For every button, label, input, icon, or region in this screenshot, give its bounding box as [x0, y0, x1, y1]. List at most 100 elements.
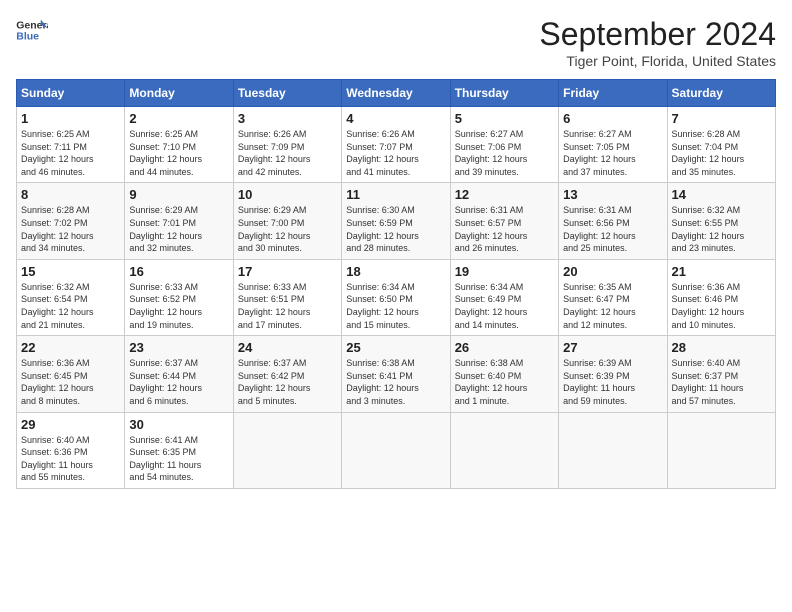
day-info: Sunrise: 6:38 AM Sunset: 6:40 PM Dayligh…: [455, 357, 554, 407]
day-info: Sunrise: 6:34 AM Sunset: 6:50 PM Dayligh…: [346, 281, 445, 331]
day-number: 2: [129, 111, 228, 126]
day-number: 25: [346, 340, 445, 355]
day-number: 10: [238, 187, 337, 202]
day-info: Sunrise: 6:26 AM Sunset: 7:07 PM Dayligh…: [346, 128, 445, 178]
day-number: 1: [21, 111, 120, 126]
day-info: Sunrise: 6:25 AM Sunset: 7:11 PM Dayligh…: [21, 128, 120, 178]
day-info: Sunrise: 6:33 AM Sunset: 6:51 PM Dayligh…: [238, 281, 337, 331]
day-number: 18: [346, 264, 445, 279]
day-number: 8: [21, 187, 120, 202]
calendar-cell: [233, 412, 341, 488]
day-info: Sunrise: 6:37 AM Sunset: 6:42 PM Dayligh…: [238, 357, 337, 407]
day-info: Sunrise: 6:28 AM Sunset: 7:04 PM Dayligh…: [672, 128, 771, 178]
day-number: 3: [238, 111, 337, 126]
day-info: Sunrise: 6:29 AM Sunset: 7:01 PM Dayligh…: [129, 204, 228, 254]
day-info: Sunrise: 6:28 AM Sunset: 7:02 PM Dayligh…: [21, 204, 120, 254]
calendar-cell: 8 Sunrise: 6:28 AM Sunset: 7:02 PM Daylig…: [17, 183, 125, 259]
calendar-cell: 14 Sunrise: 6:32 AM Sunset: 6:55 PM Dayli…: [667, 183, 775, 259]
day-number: 17: [238, 264, 337, 279]
calendar-cell: 29 Sunrise: 6:40 AM Sunset: 6:36 PM Dayli…: [17, 412, 125, 488]
calendar-cell: 4 Sunrise: 6:26 AM Sunset: 7:07 PM Daylig…: [342, 107, 450, 183]
calendar-cell: 28Sunrise: 6:40 AM Sunset: 6:37 PM Dayli…: [667, 336, 775, 412]
day-number: 20: [563, 264, 662, 279]
day-info: Sunrise: 6:36 AM Sunset: 6:45 PM Dayligh…: [21, 357, 120, 407]
calendar-cell: 30 Sunrise: 6:41 AM Sunset: 6:35 PM Dayli…: [125, 412, 233, 488]
calendar-cell: 24Sunrise: 6:37 AM Sunset: 6:42 PM Dayli…: [233, 336, 341, 412]
calendar-cell: 17 Sunrise: 6:33 AM Sunset: 6:51 PM Dayli…: [233, 259, 341, 335]
day-info: Sunrise: 6:27 AM Sunset: 7:05 PM Dayligh…: [563, 128, 662, 178]
calendar-cell: 16 Sunrise: 6:33 AM Sunset: 6:52 PM Dayli…: [125, 259, 233, 335]
day-info: Sunrise: 6:38 AM Sunset: 6:41 PM Dayligh…: [346, 357, 445, 407]
day-number: 19: [455, 264, 554, 279]
day-info: Sunrise: 6:25 AM Sunset: 7:10 PM Dayligh…: [129, 128, 228, 178]
week-row-3: 15Sunrise: 6:32 AM Sunset: 6:54 PM Dayli…: [17, 259, 776, 335]
day-number: 12: [455, 187, 554, 202]
calendar-cell: 3 Sunrise: 6:26 AM Sunset: 7:09 PM Daylig…: [233, 107, 341, 183]
day-number: 26: [455, 340, 554, 355]
calendar-cell: 13 Sunrise: 6:31 AM Sunset: 6:56 PM Dayli…: [559, 183, 667, 259]
calendar-cell: [450, 412, 558, 488]
week-row-5: 29 Sunrise: 6:40 AM Sunset: 6:36 PM Dayli…: [17, 412, 776, 488]
day-info: Sunrise: 6:40 AM Sunset: 6:36 PM Dayligh…: [21, 434, 120, 484]
day-number: 23: [129, 340, 228, 355]
day-info: Sunrise: 6:40 AM Sunset: 6:37 PM Dayligh…: [672, 357, 771, 407]
month-title: September 2024: [539, 16, 776, 53]
day-number: 16: [129, 264, 228, 279]
calendar-cell: 26 Sunrise: 6:38 AM Sunset: 6:40 PM Dayli…: [450, 336, 558, 412]
calendar-cell: 20 Sunrise: 6:35 AM Sunset: 6:47 PM Dayli…: [559, 259, 667, 335]
day-number: 6: [563, 111, 662, 126]
day-info: Sunrise: 6:35 AM Sunset: 6:47 PM Dayligh…: [563, 281, 662, 331]
day-number: 14: [672, 187, 771, 202]
day-number: 11: [346, 187, 445, 202]
calendar-cell: 18 Sunrise: 6:34 AM Sunset: 6:50 PM Dayli…: [342, 259, 450, 335]
day-number: 5: [455, 111, 554, 126]
calendar-cell: 19Sunrise: 6:34 AM Sunset: 6:49 PM Dayli…: [450, 259, 558, 335]
day-number: 29: [21, 417, 120, 432]
day-number: 22: [21, 340, 120, 355]
calendar-cell: [342, 412, 450, 488]
calendar-cell: 27 Sunrise: 6:39 AM Sunset: 6:39 PM Dayli…: [559, 336, 667, 412]
calendar-cell: 6 Sunrise: 6:27 AM Sunset: 7:05 PM Daylig…: [559, 107, 667, 183]
day-info: Sunrise: 6:36 AM Sunset: 6:46 PM Dayligh…: [672, 281, 771, 331]
day-number: 13: [563, 187, 662, 202]
calendar-cell: 21Sunrise: 6:36 AM Sunset: 6:46 PM Dayli…: [667, 259, 775, 335]
day-info: Sunrise: 6:27 AM Sunset: 7:06 PM Dayligh…: [455, 128, 554, 178]
weekday-sunday: Sunday: [17, 80, 125, 107]
calendar-cell: 15Sunrise: 6:32 AM Sunset: 6:54 PM Dayli…: [17, 259, 125, 335]
day-info: Sunrise: 6:32 AM Sunset: 6:55 PM Dayligh…: [672, 204, 771, 254]
weekday-saturday: Saturday: [667, 80, 775, 107]
location-title: Tiger Point, Florida, United States: [539, 53, 776, 69]
calendar-cell: 25 Sunrise: 6:38 AM Sunset: 6:41 PM Dayli…: [342, 336, 450, 412]
week-row-4: 22 Sunrise: 6:36 AM Sunset: 6:45 PM Dayli…: [17, 336, 776, 412]
day-info: Sunrise: 6:33 AM Sunset: 6:52 PM Dayligh…: [129, 281, 228, 331]
week-row-2: 8 Sunrise: 6:28 AM Sunset: 7:02 PM Daylig…: [17, 183, 776, 259]
svg-text:Blue: Blue: [16, 31, 39, 43]
day-info: Sunrise: 6:31 AM Sunset: 6:56 PM Dayligh…: [563, 204, 662, 254]
day-info: Sunrise: 6:30 AM Sunset: 6:59 PM Dayligh…: [346, 204, 445, 254]
day-number: 30: [129, 417, 228, 432]
header: General Blue September 2024 Tiger Point,…: [16, 16, 776, 69]
title-area: September 2024 Tiger Point, Florida, Uni…: [539, 16, 776, 69]
day-info: Sunrise: 6:37 AM Sunset: 6:44 PM Dayligh…: [129, 357, 228, 407]
calendar-cell: 5 Sunrise: 6:27 AM Sunset: 7:06 PM Daylig…: [450, 107, 558, 183]
calendar-cell: 12 Sunrise: 6:31 AM Sunset: 6:57 PM Dayli…: [450, 183, 558, 259]
day-number: 9: [129, 187, 228, 202]
calendar-cell: 9 Sunrise: 6:29 AM Sunset: 7:01 PM Daylig…: [125, 183, 233, 259]
day-info: Sunrise: 6:31 AM Sunset: 6:57 PM Dayligh…: [455, 204, 554, 254]
calendar-cell: 2 Sunrise: 6:25 AM Sunset: 7:10 PM Daylig…: [125, 107, 233, 183]
calendar-body: 1 Sunrise: 6:25 AM Sunset: 7:11 PM Daylig…: [17, 107, 776, 489]
day-number: 7: [672, 111, 771, 126]
calendar-cell: [559, 412, 667, 488]
weekday-tuesday: Tuesday: [233, 80, 341, 107]
calendar-cell: 10Sunrise: 6:29 AM Sunset: 7:00 PM Dayli…: [233, 183, 341, 259]
day-number: 27: [563, 340, 662, 355]
week-row-1: 1 Sunrise: 6:25 AM Sunset: 7:11 PM Daylig…: [17, 107, 776, 183]
day-info: Sunrise: 6:26 AM Sunset: 7:09 PM Dayligh…: [238, 128, 337, 178]
day-info: Sunrise: 6:41 AM Sunset: 6:35 PM Dayligh…: [129, 434, 228, 484]
calendar-cell: 1 Sunrise: 6:25 AM Sunset: 7:11 PM Daylig…: [17, 107, 125, 183]
weekday-monday: Monday: [125, 80, 233, 107]
day-info: Sunrise: 6:39 AM Sunset: 6:39 PM Dayligh…: [563, 357, 662, 407]
day-number: 4: [346, 111, 445, 126]
weekday-header: SundayMondayTuesdayWednesdayThursdayFrid…: [17, 80, 776, 107]
weekday-friday: Friday: [559, 80, 667, 107]
